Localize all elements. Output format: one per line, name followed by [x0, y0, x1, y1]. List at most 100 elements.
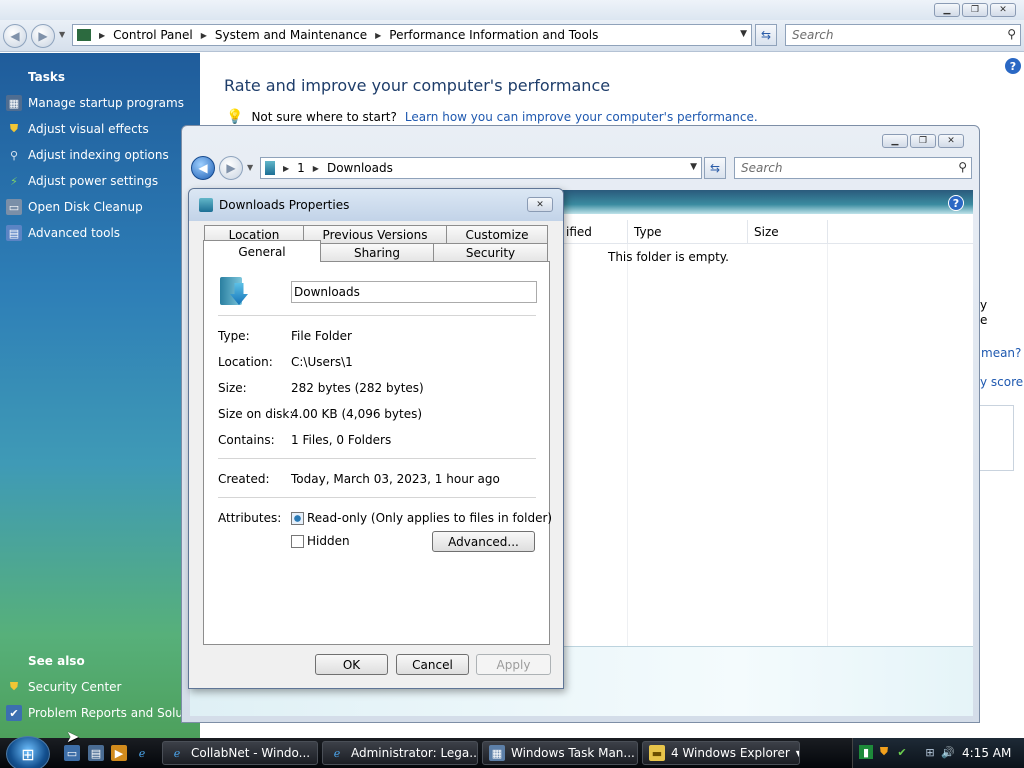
control-panel-address-bar[interactable]: ▶ Control Panel ▶ System and Maintenance…	[72, 24, 752, 46]
folder-name-input[interactable]: Downloads	[291, 281, 537, 303]
breadcrumb-system-and-maintenance[interactable]: System and Maintenance	[215, 28, 367, 42]
column-header-size[interactable]: Size	[748, 220, 828, 244]
address-dropdown-icon[interactable]: ▼	[740, 29, 747, 39]
explorer-search-input[interactable]: Search ⚲	[734, 157, 972, 179]
ie-icon: ℯ	[333, 746, 341, 760]
address-dropdown-icon[interactable]: ▼	[690, 162, 697, 172]
mouse-cursor-icon: ➤	[66, 727, 80, 746]
what-do-these-numbers-mean-link[interactable]: mean?	[981, 346, 1021, 360]
dialog-titlebar: Downloads Properties ✕	[189, 189, 563, 221]
explorer-address-row: ◀ ▶ ▼ ▶ 1 ▶ Downloads ▼ ⇆ Search ⚲	[190, 156, 973, 184]
control-panel-caption-buttons: ▁ ❐ ✕	[934, 3, 1016, 17]
breadcrumb-separator-icon: ▶	[283, 163, 290, 173]
search-icon[interactable]: ⚲	[1007, 27, 1016, 41]
ie-icon[interactable]: ℯ	[134, 745, 150, 761]
attributes-label: Attributes:	[218, 511, 282, 525]
recent-pages-dropdown[interactable]: ▼	[59, 30, 65, 39]
readonly-label[interactable]: Read-only (Only applies to files in fold…	[307, 511, 552, 525]
help-icon[interactable]: ?	[948, 195, 964, 211]
improve-performance-link[interactable]: Learn how you can improve your computer'…	[405, 110, 758, 124]
security-shield-icon[interactable]: ⛊	[877, 745, 891, 759]
sidebar-item-power-settings[interactable]: ⚡ Adjust power settings	[6, 173, 158, 189]
hint-row: 💡 Not sure where to start? Learn how you…	[226, 109, 758, 125]
task-manager-icon: ▦	[489, 745, 505, 761]
network-icon[interactable]: ⊞	[923, 745, 937, 759]
close-button[interactable]: ✕	[938, 134, 964, 148]
folder-icon	[199, 198, 213, 212]
clock[interactable]: 4:15 AM	[962, 746, 1011, 760]
network-activity-icon[interactable]: ▮	[859, 745, 873, 759]
explorer-address-bar[interactable]: ▶ 1 ▶ Downloads ▼	[260, 157, 702, 179]
dialog-close-button[interactable]: ✕	[527, 197, 553, 212]
size-label: Size:	[218, 381, 247, 395]
cancel-button[interactable]: Cancel	[396, 654, 469, 675]
breadcrumb-user-1[interactable]: 1	[297, 161, 305, 175]
sidebar-item-advanced-tools[interactable]: ▤ Advanced tools	[6, 225, 120, 241]
breadcrumb-performance-tools[interactable]: Performance Information and Tools	[389, 28, 598, 42]
minimize-button[interactable]: ▁	[882, 134, 908, 148]
taskbar-item-task-manager[interactable]: ▦ Windows Task Man...	[482, 741, 638, 765]
partial-text: e	[980, 313, 988, 327]
taskbar-item-administrator[interactable]: ℯ Administrator: Lega...	[322, 741, 478, 765]
sidebar-item-indexing-options[interactable]: ⚲ Adjust indexing options	[6, 147, 169, 163]
switch-windows-icon[interactable]: ▤	[88, 745, 104, 761]
tab-customize[interactable]: Customize	[446, 225, 548, 244]
breadcrumb-control-panel[interactable]: Control Panel	[113, 28, 193, 42]
search-icon[interactable]: ⚲	[958, 160, 967, 174]
sidebar-item-label: Security Center	[28, 680, 122, 694]
checkmark-icon[interactable]: ✔	[895, 745, 909, 759]
control-panel-address-row: ◀ ▶ ▼ ▶ Control Panel ▶ System and Maint…	[0, 20, 1024, 52]
explorer-caption-buttons: ▁ ❐ ✕	[882, 134, 964, 148]
sidebar-item-label: Manage startup programs	[28, 96, 184, 110]
taskbar-item-collabnet[interactable]: ℯ CollabNet - Windo...	[162, 741, 318, 765]
apply-button[interactable]: Apply	[476, 654, 551, 675]
tab-general[interactable]: General	[203, 240, 321, 262]
update-score-link[interactable]: y score	[980, 375, 1023, 389]
readonly-checkbox[interactable]	[291, 512, 304, 525]
minimize-button[interactable]: ▁	[934, 3, 960, 17]
advanced-button[interactable]: Advanced...	[432, 531, 535, 552]
sidebar-item-security-center[interactable]: ⛊ Security Center	[6, 679, 122, 695]
show-desktop-icon[interactable]: ▭	[64, 745, 80, 761]
ok-button[interactable]: OK	[315, 654, 388, 675]
windows-logo-icon: ⊞	[21, 744, 35, 764]
refresh-button[interactable]: ⇆	[755, 24, 777, 46]
sidebar-item-visual-effects[interactable]: ⛊ Adjust visual effects	[6, 121, 149, 137]
advanced-tools-icon: ▤	[6, 225, 22, 241]
breadcrumb-downloads[interactable]: Downloads	[327, 161, 393, 175]
hidden-label[interactable]: Hidden	[307, 534, 350, 548]
forward-button[interactable]: ▶	[31, 24, 55, 48]
maximize-button[interactable]: ❐	[910, 134, 936, 148]
hidden-checkbox[interactable]	[291, 535, 304, 548]
breadcrumb-separator-icon: ▶	[312, 163, 319, 173]
location-value: C:\Users\1	[291, 355, 353, 369]
close-button[interactable]: ✕	[990, 3, 1016, 17]
sidebar-item-disk-cleanup[interactable]: ▭ Open Disk Cleanup	[6, 199, 143, 215]
column-header-date-modified[interactable]: ified	[560, 220, 628, 244]
tab-security[interactable]: Security	[433, 243, 548, 262]
tasks-heading: Tasks	[28, 70, 66, 84]
sidebar-item-label: Adjust power settings	[28, 174, 159, 188]
recent-pages-dropdown[interactable]: ▼	[247, 163, 253, 172]
maximize-button[interactable]: ❐	[962, 3, 988, 17]
forward-button[interactable]: ▶	[219, 156, 243, 180]
hint-text: Not sure where to start?	[251, 110, 397, 124]
contains-label: Contains:	[218, 433, 275, 447]
control-panel-search-input[interactable]: Search ⚲	[785, 24, 1021, 46]
column-header-type[interactable]: Type	[628, 220, 748, 244]
disk-cleanup-icon: ▭	[6, 199, 22, 215]
volume-icon[interactable]: 🔊	[941, 745, 955, 759]
created-label: Created:	[218, 472, 270, 486]
sidebar-item-problem-reports[interactable]: ✔ Problem Reports and Solutio	[6, 705, 198, 721]
forward-arrow-icon: ▶	[226, 161, 236, 175]
back-button[interactable]: ◀	[191, 156, 215, 180]
start-button[interactable]: ⊞	[6, 736, 50, 768]
tab-sharing[interactable]: Sharing	[320, 243, 434, 262]
tab-previous-versions[interactable]: Previous Versions	[303, 225, 447, 244]
media-player-icon[interactable]: ▶	[111, 745, 127, 761]
help-icon[interactable]: ?	[1005, 58, 1021, 74]
sidebar-item-startup-programs[interactable]: ▦ Manage startup programs	[6, 95, 184, 111]
back-button[interactable]: ◀	[3, 24, 27, 48]
refresh-button[interactable]: ⇆	[704, 157, 726, 179]
taskbar-item-windows-explorer-group[interactable]: ▬ 4 Windows Explorer ▼	[642, 741, 800, 765]
